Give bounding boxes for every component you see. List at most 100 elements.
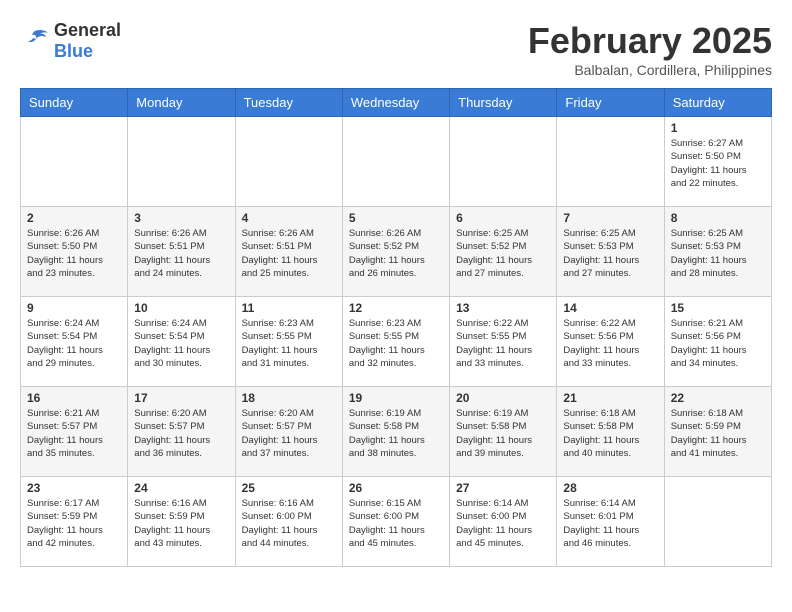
logo-general: General xyxy=(54,20,121,40)
week-row-3: 9 Sunrise: 6:24 AM Sunset: 5:54 PM Daylig… xyxy=(21,297,772,387)
calendar-cell: 4 Sunrise: 6:26 AM Sunset: 5:51 PM Daylig… xyxy=(235,207,342,297)
location-subtitle: Balbalan, Cordillera, Philippines xyxy=(528,62,772,78)
header-tuesday: Tuesday xyxy=(235,89,342,117)
day-number: 3 xyxy=(134,211,228,225)
calendar-cell: 9 Sunrise: 6:24 AM Sunset: 5:54 PM Daylig… xyxy=(21,297,128,387)
calendar-cell: 22Sunrise: 6:18 AM Sunset: 5:59 PM Dayli… xyxy=(664,387,771,477)
day-info: Sunrise: 6:16 AM Sunset: 6:00 PM Dayligh… xyxy=(242,497,336,550)
day-number: 8 xyxy=(671,211,765,225)
day-number: 28 xyxy=(563,481,657,495)
month-year-title: February 2025 xyxy=(528,20,772,62)
day-number: 24 xyxy=(134,481,228,495)
calendar-cell: 10 Sunrise: 6:24 AM Sunset: 5:54 PM Dayli… xyxy=(128,297,235,387)
calendar-cell xyxy=(21,117,128,207)
title-block: February 2025 Balbalan, Cordillera, Phil… xyxy=(528,20,772,78)
day-number: 4 xyxy=(242,211,336,225)
calendar-cell: 24 Sunrise: 6:16 AM Sunset: 5:59 PM Dayli… xyxy=(128,477,235,567)
week-row-2: 2 Sunrise: 6:26 AM Sunset: 5:50 PM Daylig… xyxy=(21,207,772,297)
day-number: 23 xyxy=(27,481,121,495)
day-number: 7 xyxy=(563,211,657,225)
calendar-cell: 18 Sunrise: 6:20 AM Sunset: 5:57 PM Dayli… xyxy=(235,387,342,477)
day-number: 6 xyxy=(456,211,550,225)
day-number: 17 xyxy=(134,391,228,405)
day-number: 16 xyxy=(27,391,121,405)
calendar-cell xyxy=(557,117,664,207)
week-row-4: 16 Sunrise: 6:21 AM Sunset: 5:57 PM Dayli… xyxy=(21,387,772,477)
calendar-cell: 25 Sunrise: 6:16 AM Sunset: 6:00 PM Dayli… xyxy=(235,477,342,567)
day-info: Sunrise: 6:18 AM Sunset: 5:59 PM Dayligh… xyxy=(671,407,765,460)
day-number: 14 xyxy=(563,301,657,315)
calendar-cell: 5 Sunrise: 6:26 AM Sunset: 5:52 PM Daylig… xyxy=(342,207,449,297)
calendar-cell xyxy=(128,117,235,207)
day-info: Sunrise: 6:26 AM Sunset: 5:50 PM Dayligh… xyxy=(27,227,121,280)
day-number: 18 xyxy=(242,391,336,405)
calendar-cell: 15 Sunrise: 6:21 AM Sunset: 5:56 PM Dayli… xyxy=(664,297,771,387)
day-info: Sunrise: 6:20 AM Sunset: 5:57 PM Dayligh… xyxy=(242,407,336,460)
calendar-cell: 14Sunrise: 6:22 AM Sunset: 5:56 PM Dayli… xyxy=(557,297,664,387)
calendar-cell: 19 Sunrise: 6:19 AM Sunset: 5:58 PM Dayli… xyxy=(342,387,449,477)
day-info: Sunrise: 6:15 AM Sunset: 6:00 PM Dayligh… xyxy=(349,497,443,550)
day-info: Sunrise: 6:14 AM Sunset: 6:00 PM Dayligh… xyxy=(456,497,550,550)
calendar-cell: 7 Sunrise: 6:25 AM Sunset: 5:53 PM Daylig… xyxy=(557,207,664,297)
day-info: Sunrise: 6:23 AM Sunset: 5:55 PM Dayligh… xyxy=(349,317,443,370)
page-header: General Blue February 2025 Balbalan, Cor… xyxy=(20,20,772,78)
calendar-cell: 13Sunrise: 6:22 AM Sunset: 5:55 PM Dayli… xyxy=(450,297,557,387)
day-info: Sunrise: 6:19 AM Sunset: 5:58 PM Dayligh… xyxy=(456,407,550,460)
week-row-1: 1Sunrise: 6:27 AM Sunset: 5:50 PM Daylig… xyxy=(21,117,772,207)
calendar-cell: 16 Sunrise: 6:21 AM Sunset: 5:57 PM Dayli… xyxy=(21,387,128,477)
logo: General Blue xyxy=(20,20,121,62)
day-info: Sunrise: 6:20 AM Sunset: 5:57 PM Dayligh… xyxy=(134,407,228,460)
day-number: 25 xyxy=(242,481,336,495)
day-number: 9 xyxy=(27,301,121,315)
day-info: Sunrise: 6:14 AM Sunset: 6:01 PM Dayligh… xyxy=(563,497,657,550)
calendar-cell xyxy=(342,117,449,207)
calendar-table: SundayMondayTuesdayWednesdayThursdayFrid… xyxy=(20,88,772,567)
calendar-cell: 6 Sunrise: 6:25 AM Sunset: 5:52 PM Daylig… xyxy=(450,207,557,297)
calendar-cell: 8 Sunrise: 6:25 AM Sunset: 5:53 PM Daylig… xyxy=(664,207,771,297)
day-info: Sunrise: 6:26 AM Sunset: 5:51 PM Dayligh… xyxy=(242,227,336,280)
day-number: 15 xyxy=(671,301,765,315)
calendar-cell: 23 Sunrise: 6:17 AM Sunset: 5:59 PM Dayli… xyxy=(21,477,128,567)
day-info: Sunrise: 6:18 AM Sunset: 5:58 PM Dayligh… xyxy=(563,407,657,460)
header-sunday: Sunday xyxy=(21,89,128,117)
day-info: Sunrise: 6:16 AM Sunset: 5:59 PM Dayligh… xyxy=(134,497,228,550)
day-info: Sunrise: 6:21 AM Sunset: 5:57 PM Dayligh… xyxy=(27,407,121,460)
calendar-cell: 21 Sunrise: 6:18 AM Sunset: 5:58 PM Dayli… xyxy=(557,387,664,477)
day-number: 11 xyxy=(242,301,336,315)
header-saturday: Saturday xyxy=(664,89,771,117)
day-number: 2 xyxy=(27,211,121,225)
calendar-cell xyxy=(235,117,342,207)
day-number: 19 xyxy=(349,391,443,405)
day-info: Sunrise: 6:21 AM Sunset: 5:56 PM Dayligh… xyxy=(671,317,765,370)
calendar-cell: 27Sunrise: 6:14 AM Sunset: 6:00 PM Dayli… xyxy=(450,477,557,567)
calendar-cell: 26 Sunrise: 6:15 AM Sunset: 6:00 PM Dayli… xyxy=(342,477,449,567)
day-number: 10 xyxy=(134,301,228,315)
day-info: Sunrise: 6:26 AM Sunset: 5:52 PM Dayligh… xyxy=(349,227,443,280)
day-info: Sunrise: 6:25 AM Sunset: 5:53 PM Dayligh… xyxy=(671,227,765,280)
day-number: 13 xyxy=(456,301,550,315)
calendar-cell: 17 Sunrise: 6:20 AM Sunset: 5:57 PM Dayli… xyxy=(128,387,235,477)
calendar-cell: 20 Sunrise: 6:19 AM Sunset: 5:58 PM Dayli… xyxy=(450,387,557,477)
day-number: 5 xyxy=(349,211,443,225)
calendar-cell xyxy=(664,477,771,567)
day-number: 1 xyxy=(671,121,765,135)
day-number: 21 xyxy=(563,391,657,405)
day-info: Sunrise: 6:19 AM Sunset: 5:58 PM Dayligh… xyxy=(349,407,443,460)
day-info: Sunrise: 6:26 AM Sunset: 5:51 PM Dayligh… xyxy=(134,227,228,280)
header-wednesday: Wednesday xyxy=(342,89,449,117)
day-number: 20 xyxy=(456,391,550,405)
calendar-cell xyxy=(450,117,557,207)
header-thursday: Thursday xyxy=(450,89,557,117)
day-number: 12 xyxy=(349,301,443,315)
day-info: Sunrise: 6:17 AM Sunset: 5:59 PM Dayligh… xyxy=(27,497,121,550)
day-info: Sunrise: 6:24 AM Sunset: 5:54 PM Dayligh… xyxy=(27,317,121,370)
calendar-cell: 1Sunrise: 6:27 AM Sunset: 5:50 PM Daylig… xyxy=(664,117,771,207)
calendar-cell: 2 Sunrise: 6:26 AM Sunset: 5:50 PM Daylig… xyxy=(21,207,128,297)
logo-text: General Blue xyxy=(54,20,121,62)
logo-blue: Blue xyxy=(54,41,93,61)
day-info: Sunrise: 6:25 AM Sunset: 5:52 PM Dayligh… xyxy=(456,227,550,280)
day-info: Sunrise: 6:24 AM Sunset: 5:54 PM Dayligh… xyxy=(134,317,228,370)
day-number: 26 xyxy=(349,481,443,495)
calendar-cell: 12 Sunrise: 6:23 AM Sunset: 5:55 PM Dayli… xyxy=(342,297,449,387)
day-info: Sunrise: 6:25 AM Sunset: 5:53 PM Dayligh… xyxy=(563,227,657,280)
